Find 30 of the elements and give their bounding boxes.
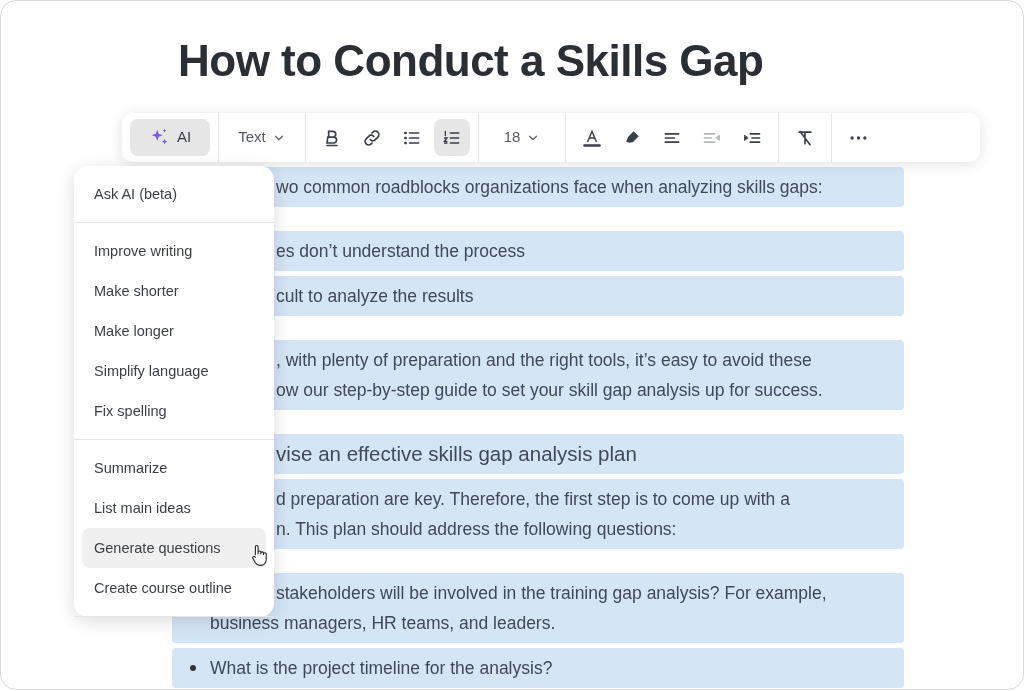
- bullet-icon: [190, 665, 196, 671]
- menu-item[interactable]: Ask AI (beta): [82, 174, 266, 214]
- menu-item[interactable]: Generate questions: [82, 528, 266, 568]
- menu-item[interactable]: Make shorter: [82, 271, 266, 311]
- menu-item[interactable]: Simplify language: [82, 351, 266, 391]
- paragraph-text: ow our step-by-step guide to set your skill gap analysis up for success.: [276, 379, 823, 402]
- paragraph-text: , with plenty of preparation and the right tools, it’s easy to avoid these: [276, 349, 812, 372]
- paragraph-text: es don’t understand the process: [276, 240, 526, 263]
- hand-cursor-icon: [250, 542, 268, 568]
- list-item-text: business managers, HR teams, and leaders.: [210, 612, 556, 635]
- dropdown-button[interactable]: Text: [227, 119, 297, 156]
- paragraph-text: d preparation are key. Therefore, the first step is to come up with a: [276, 488, 790, 511]
- list-item-text: stakeholders will be involved in the training gap analysis? For example,: [276, 582, 827, 605]
- menu-item[interactable]: Improve writing: [82, 231, 266, 271]
- menu-item[interactable]: Make longer: [82, 311, 266, 351]
- more-icon: [849, 135, 867, 140]
- ai-button[interactable]: AI: [130, 119, 210, 156]
- menu-item[interactable]: Fix spelling: [82, 391, 266, 431]
- section-heading: vise an effective skills gap analysis plan: [276, 441, 637, 467]
- dropdown-button[interactable]: 18: [487, 119, 557, 156]
- menu-item[interactable]: Summarize: [82, 448, 266, 488]
- menu-item[interactable]: Create course outline: [82, 568, 266, 608]
- document-title: How to Conduct a Skills Gap: [178, 35, 765, 87]
- menu-item[interactable]: List main ideas: [82, 488, 266, 528]
- paragraph-text: cult to analyze the results: [276, 285, 474, 308]
- list-item-text: What is the project timeline for the analysis?: [210, 657, 553, 680]
- link-icon: [362, 127, 382, 148]
- paragraph-text: wo common roadblocks organizations face when analyzing skills gaps:: [276, 176, 823, 199]
- paragraph-text: n. This plan should address the following questions:: [276, 518, 677, 541]
- numbered-list-button[interactable]: [434, 119, 470, 156]
